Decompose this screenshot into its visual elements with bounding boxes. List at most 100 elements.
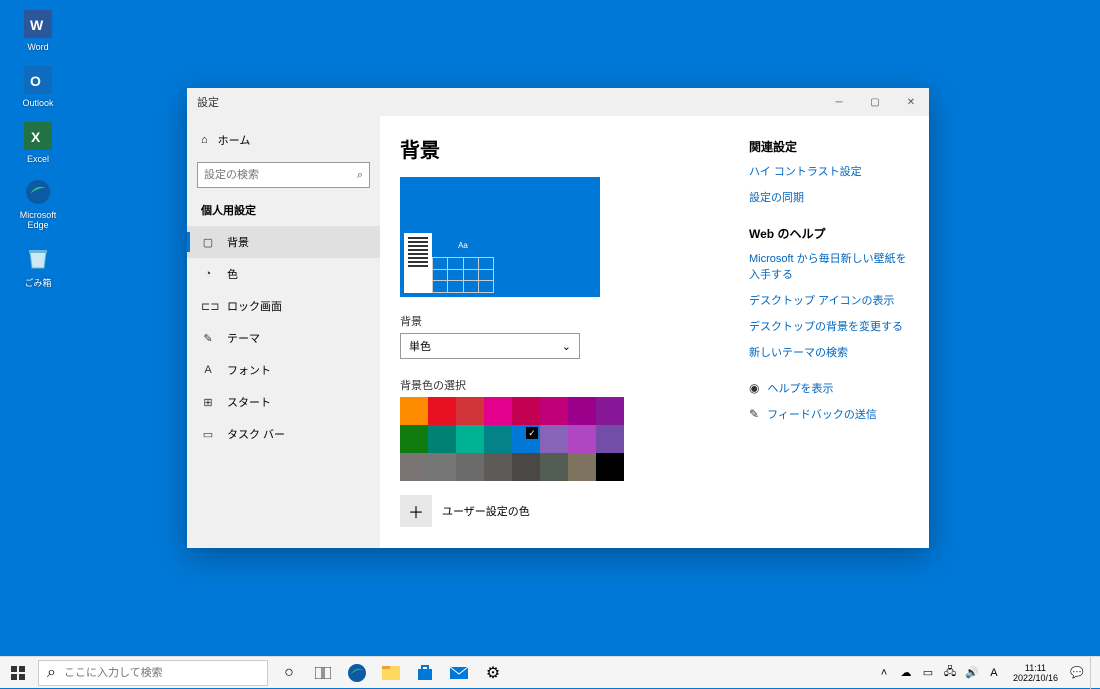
gear-icon: ⚙ xyxy=(486,663,500,683)
lock-icon: ⊏⊐ xyxy=(201,300,215,313)
color-swatch[interactable] xyxy=(512,397,540,425)
color-swatch[interactable] xyxy=(428,453,456,481)
sidebar-item-brush[interactable]: ✎ テーマ xyxy=(187,322,380,354)
desktop-icon-edge[interactable]: Microsoft Edge xyxy=(8,176,68,230)
sidebar-home[interactable]: ⌂ ホーム xyxy=(187,124,380,156)
link-feedback[interactable]: ✎フィードバックの送信 xyxy=(749,406,909,422)
taskbar: ⌕ ○ ⚙ ˄ ☁ ▭ 🖧 🔊 A 11:11 2022/10/16 💬 xyxy=(0,656,1100,688)
color-swatch[interactable] xyxy=(484,453,512,481)
tray-chevron-up-icon[interactable]: ˄ xyxy=(875,667,893,679)
sidebar-item-start[interactable]: ⊞スタート xyxy=(187,386,380,418)
color-swatch[interactable] xyxy=(596,397,624,425)
sidebar-item-label: テーマ xyxy=(227,330,260,346)
action-center-icon[interactable]: 💬 xyxy=(1068,666,1086,679)
taskbar-app-explorer[interactable] xyxy=(374,657,408,689)
svg-text:O: O xyxy=(30,73,41,89)
start-button[interactable] xyxy=(0,657,36,689)
color-swatch[interactable] xyxy=(596,453,624,481)
color-swatch[interactable] xyxy=(512,425,540,453)
link-web-2[interactable]: デスクトップの背景を変更する xyxy=(749,318,909,334)
color-swatch[interactable] xyxy=(540,397,568,425)
color-swatch[interactable] xyxy=(484,397,512,425)
color-swatch[interactable] xyxy=(400,425,428,453)
color-swatch[interactable] xyxy=(568,453,596,481)
tray-network-icon[interactable]: 🖧 xyxy=(941,663,959,682)
settings-search[interactable]: ⌕ xyxy=(197,162,370,188)
task-view-button[interactable] xyxy=(306,657,340,689)
taskbar-search-input[interactable] xyxy=(64,667,259,679)
sidebar-item-palette[interactable]: ◔色 xyxy=(187,258,380,290)
desktop-icon-recycle-bin[interactable]: ごみ箱 xyxy=(8,242,68,289)
link-web-1[interactable]: デスクトップ アイコンの表示 xyxy=(749,292,909,308)
color-swatch[interactable] xyxy=(540,453,568,481)
sidebar-item-lock[interactable]: ⊏⊐ ロック画面 xyxy=(187,290,380,322)
taskbar-app-edge[interactable] xyxy=(340,657,374,689)
desktop-icon-word[interactable]: W Word xyxy=(8,8,68,52)
image-icon: ▢ xyxy=(201,236,215,249)
color-swatch[interactable] xyxy=(596,425,624,453)
tray-meet-icon[interactable]: ▭ xyxy=(919,666,937,679)
close-button[interactable]: ✕ xyxy=(893,88,929,116)
color-swatch[interactable] xyxy=(512,453,540,481)
search-icon: ⌕ xyxy=(357,169,363,182)
taskbar-clock[interactable]: 11:11 2022/10/16 xyxy=(1007,663,1064,683)
related-heading: 関連設定 xyxy=(749,138,909,155)
color-swatch[interactable] xyxy=(456,453,484,481)
bg-dropdown-value: 単色 xyxy=(409,338,431,354)
link-help[interactable]: ◉ヘルプを表示 xyxy=(749,380,909,396)
taskbar-search[interactable]: ⌕ xyxy=(38,660,268,686)
sidebar-item-image[interactable]: ▢ 背景 xyxy=(187,226,380,258)
sidebar-item-label: ロック画面 xyxy=(227,298,282,314)
color-swatch[interactable] xyxy=(484,425,512,453)
color-swatch[interactable] xyxy=(456,397,484,425)
color-swatch[interactable] xyxy=(540,425,568,453)
svg-text:X: X xyxy=(31,129,41,145)
palette-icon: ◔ xyxy=(201,268,215,280)
sidebar-section-label: 個人用設定 xyxy=(187,194,380,226)
cortana-button[interactable]: ○ xyxy=(272,657,306,689)
sidebar: ⌂ ホーム ⌕ 個人用設定 ▢背景◔色⊏⊐ロック画面✎テーマAフォント⊞スタート… xyxy=(187,116,380,548)
color-swatch[interactable] xyxy=(456,425,484,453)
sidebar-item-font[interactable]: Aフォント xyxy=(187,354,380,386)
content: 背景 Aa 背景 単色 ⌄ xyxy=(380,116,929,548)
bg-dropdown[interactable]: 単色 ⌄ xyxy=(400,333,580,359)
font-icon: A xyxy=(201,364,215,376)
home-label: ホーム xyxy=(218,132,251,148)
tray-ime-indicator[interactable]: A xyxy=(985,667,1003,679)
tray-onedrive-icon[interactable]: ☁ xyxy=(897,666,915,679)
color-grid-label: 背景色の選択 xyxy=(400,377,739,393)
desktop-icon-excel[interactable]: X Excel xyxy=(8,120,68,164)
desktop-icon-outlook[interactable]: O Outlook xyxy=(8,64,68,108)
color-swatch[interactable] xyxy=(568,397,596,425)
color-swatch[interactable] xyxy=(428,425,456,453)
start-icon: ⊞ xyxy=(201,396,215,409)
link-web-0[interactable]: Microsoft から毎日新しい壁紙を入手する xyxy=(749,250,909,282)
chevron-down-icon: ⌄ xyxy=(562,340,571,353)
color-swatch[interactable] xyxy=(428,397,456,425)
settings-search-input[interactable] xyxy=(204,169,357,181)
link-high-contrast[interactable]: ハイ コントラスト設定 xyxy=(749,163,909,179)
brush-icon: ✎ xyxy=(201,332,215,345)
sidebar-item-label: 背景 xyxy=(227,234,249,250)
window-title: 設定 xyxy=(197,94,219,110)
taskbar-icon: ▭ xyxy=(201,428,215,441)
custom-color-button[interactable]: ＋ xyxy=(400,495,432,527)
color-swatch[interactable] xyxy=(400,397,428,425)
sidebar-item-taskbar[interactable]: ▭ タスク バー xyxy=(187,418,380,450)
sidebar-item-label: タスク バー xyxy=(227,426,285,442)
maximize-button[interactable]: ▢ xyxy=(857,88,893,116)
bg-dropdown-label: 背景 xyxy=(400,313,739,329)
web-help-heading: Web のヘルプ xyxy=(749,225,909,242)
feedback-icon: ✎ xyxy=(749,407,759,421)
link-web-3[interactable]: 新しいテーマの検索 xyxy=(749,344,909,360)
color-swatch[interactable] xyxy=(400,453,428,481)
color-swatch[interactable] xyxy=(568,425,596,453)
sidebar-item-label: 色 xyxy=(227,266,238,282)
taskbar-app-settings[interactable]: ⚙ xyxy=(476,657,510,689)
minimize-button[interactable]: ─ xyxy=(821,88,857,116)
link-sync-settings[interactable]: 設定の同期 xyxy=(749,189,909,205)
tray-volume-icon[interactable]: 🔊 xyxy=(963,666,981,679)
show-desktop-button[interactable] xyxy=(1090,657,1096,689)
taskbar-app-mail[interactable] xyxy=(442,657,476,689)
taskbar-app-store[interactable] xyxy=(408,657,442,689)
